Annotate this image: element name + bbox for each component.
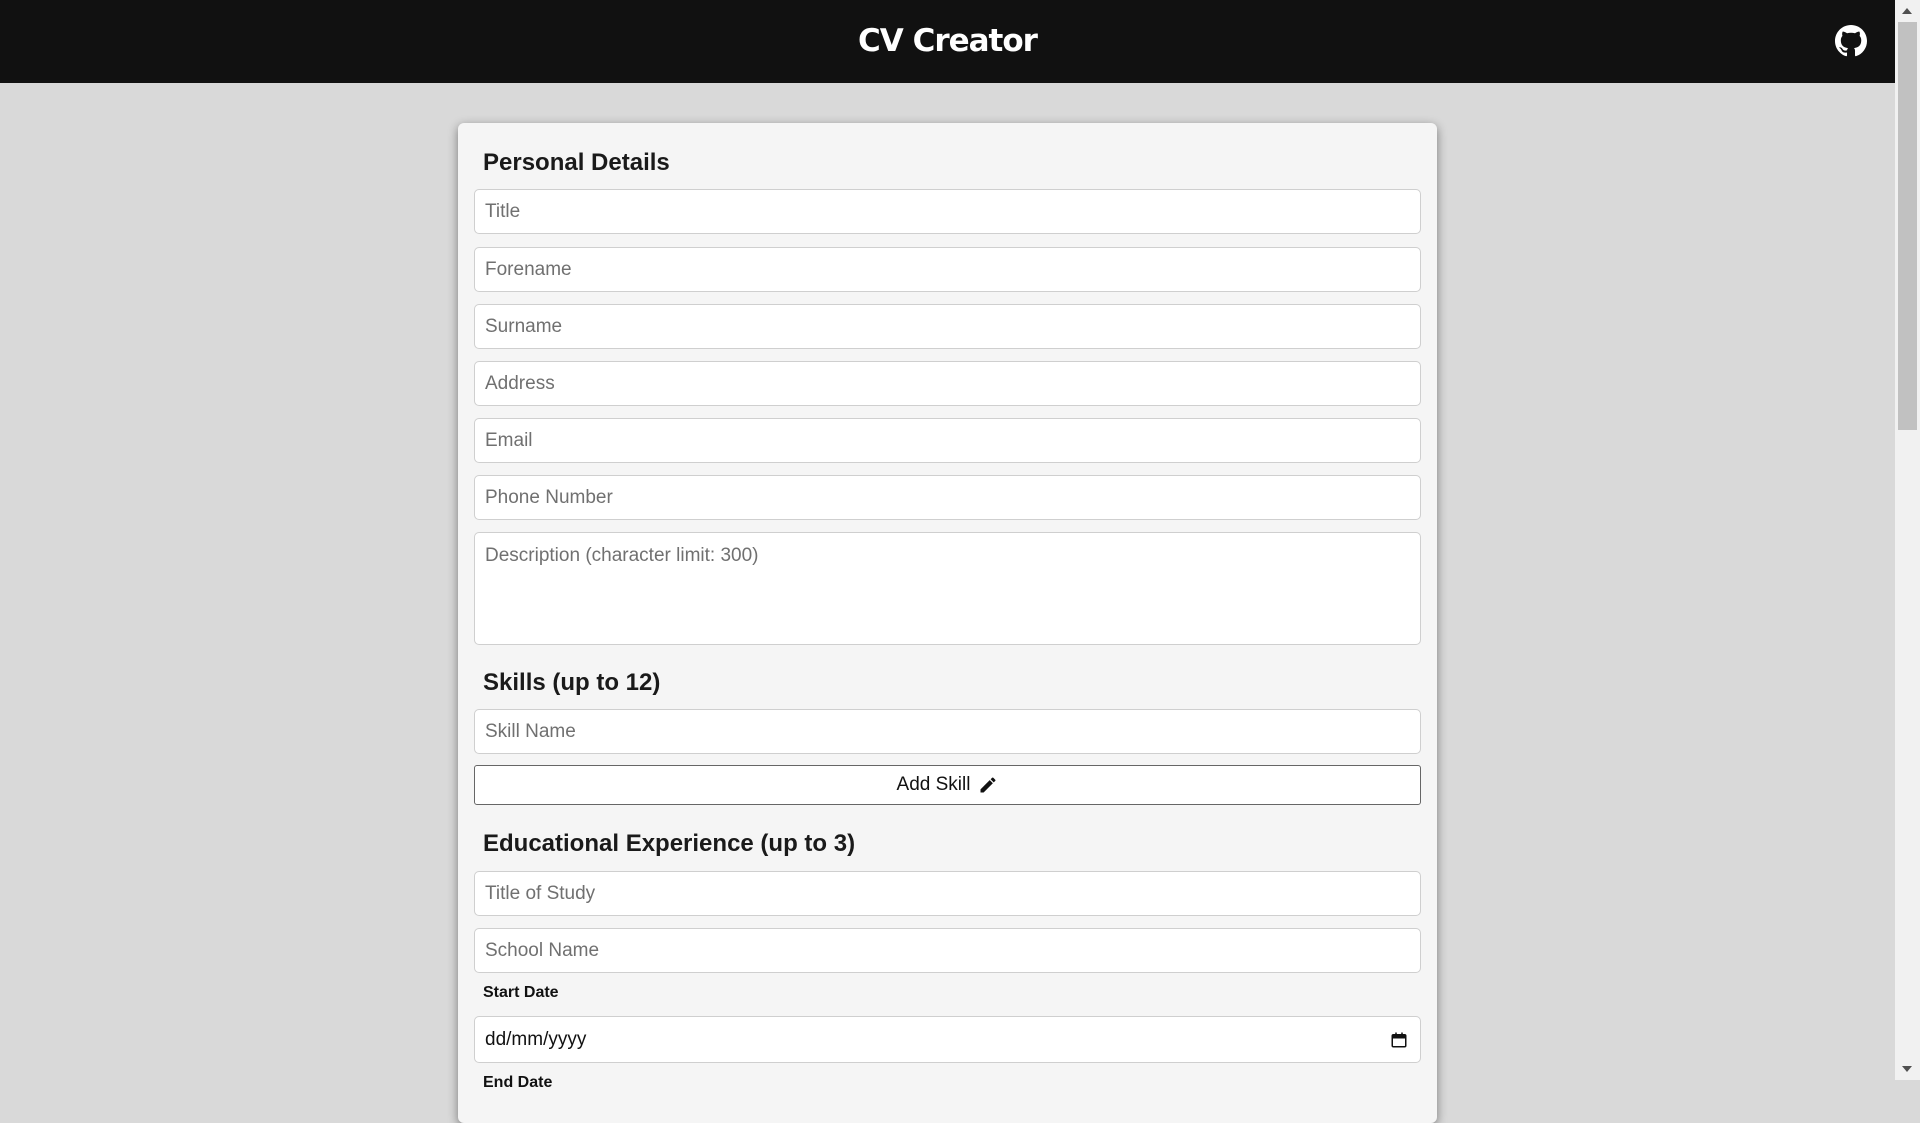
page-scrollbar[interactable] <box>1895 0 1920 1080</box>
surname-input[interactable] <box>474 304 1421 349</box>
cv-form-card: Personal Details Skills (up to 12) Add S… <box>458 123 1437 1123</box>
pencil-icon <box>978 775 998 795</box>
start-date-value: dd/mm/yyyy <box>485 1028 587 1050</box>
email-input[interactable] <box>474 418 1421 463</box>
school-name-input[interactable] <box>474 928 1421 973</box>
app-header: CV Creator <box>0 0 1895 83</box>
scroll-down-icon[interactable] <box>1902 1066 1912 1072</box>
skills-heading: Skills (up to 12) <box>483 669 661 696</box>
phone-number-input[interactable] <box>474 475 1421 520</box>
title-input[interactable] <box>474 189 1421 234</box>
title-of-study-input[interactable] <box>474 871 1421 916</box>
scroll-up-icon[interactable] <box>1902 8 1912 14</box>
forename-input[interactable] <box>474 247 1421 292</box>
end-date-label: End Date <box>483 1074 553 1091</box>
start-date-input[interactable]: dd/mm/yyyy <box>474 1016 1421 1063</box>
start-date-label: Start Date <box>483 984 559 1001</box>
scrollbar-thumb[interactable] <box>1898 22 1917 430</box>
github-icon[interactable] <box>1835 25 1867 57</box>
description-textarea[interactable] <box>474 532 1421 645</box>
calendar-icon[interactable] <box>1390 1031 1408 1049</box>
app-title: CV Creator <box>858 22 1038 59</box>
skill-name-input[interactable] <box>474 709 1421 754</box>
address-input[interactable] <box>474 361 1421 406</box>
education-heading: Educational Experience (up to 3) <box>483 830 856 857</box>
personal-details-heading: Personal Details <box>483 149 670 176</box>
add-skill-label: Add Skill <box>896 774 971 795</box>
add-skill-button[interactable]: Add Skill <box>474 765 1421 805</box>
